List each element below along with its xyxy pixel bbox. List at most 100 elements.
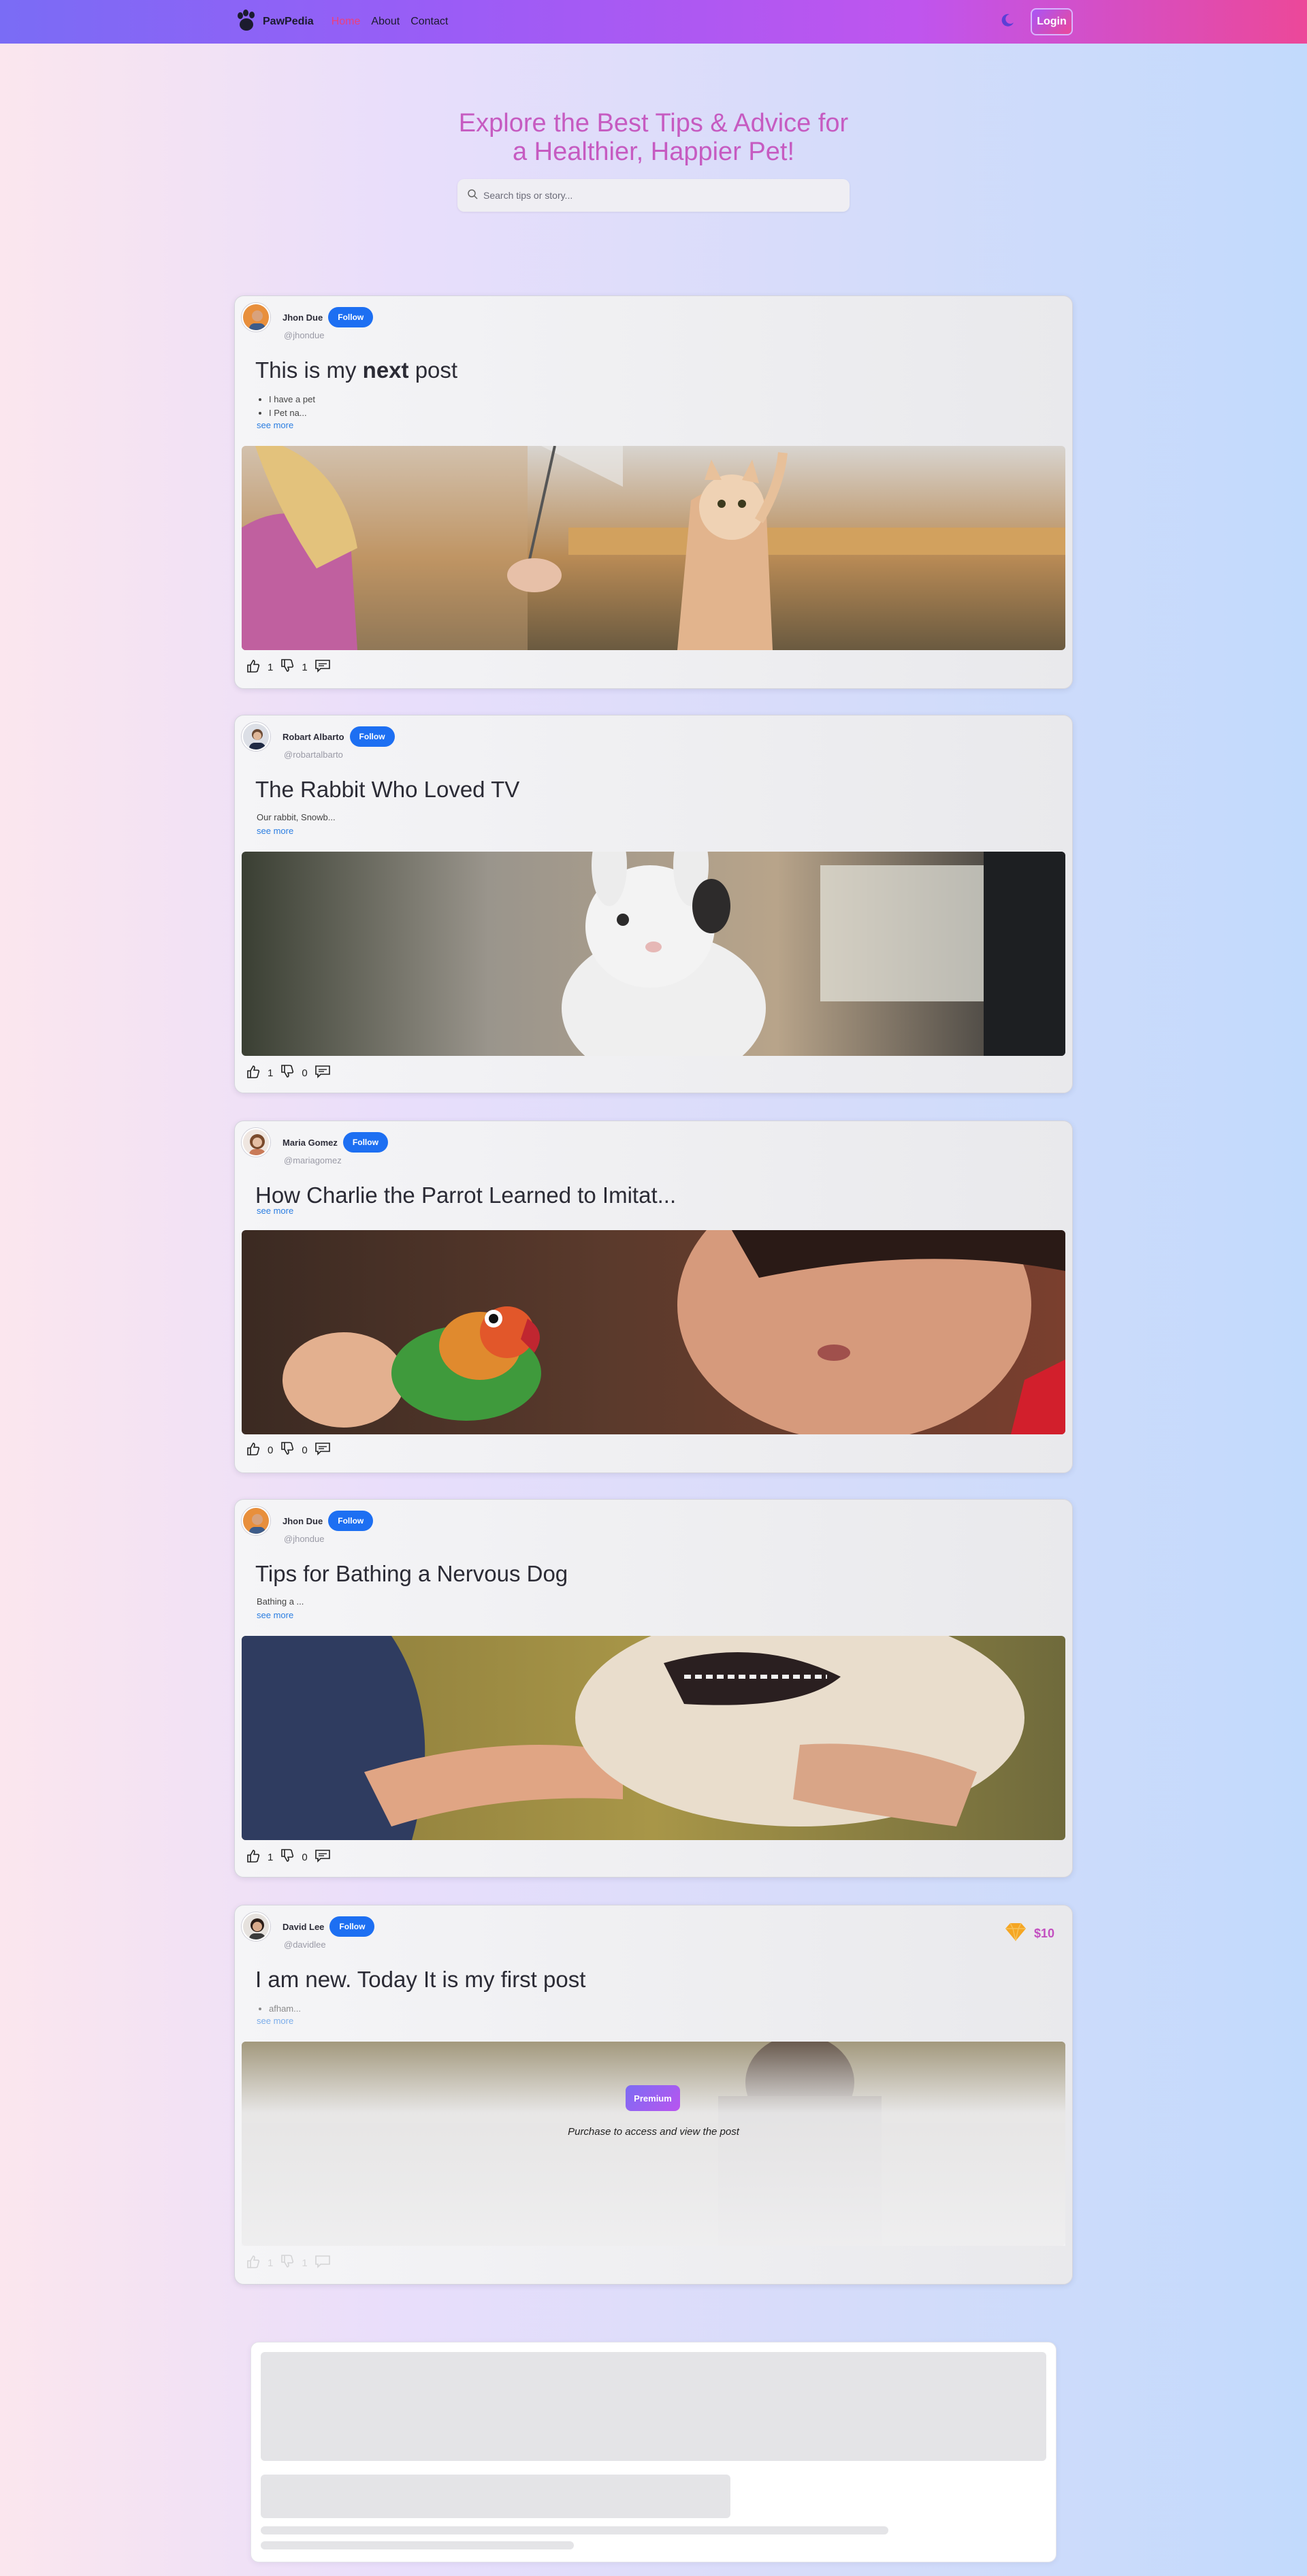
dislike-button[interactable]: 1: [280, 658, 308, 676]
comment-icon[interactable]: [314, 1064, 331, 1082]
post-title[interactable]: I am new. Today It is my first post: [255, 1967, 585, 1993]
premium-button[interactable]: Premium: [626, 2085, 680, 2111]
price-amount: $10: [1033, 1927, 1054, 1940]
post-title[interactable]: This is my next post: [255, 357, 457, 383]
thumbs-up-icon: [246, 1441, 261, 1459]
skeleton-title: [261, 2475, 730, 2518]
hero-title: Explore the Best Tips & Advice for a Hea…: [442, 109, 865, 166]
thumbs-up-icon: [246, 658, 261, 676]
like-button[interactable]: 1: [246, 1848, 273, 1866]
post-actions: 0 0: [246, 1441, 331, 1459]
brand[interactable]: PawPedia: [234, 8, 314, 36]
post-image[interactable]: [242, 852, 1065, 1056]
dislike-count: 0: [302, 1851, 308, 1863]
author-handle: @jhondue: [284, 330, 325, 340]
diamond-icon: [1004, 1922, 1027, 1946]
avatar[interactable]: [242, 1128, 270, 1157]
post-title[interactable]: How Charlie the Parrot Learned to Imitat…: [255, 1182, 676, 1208]
premium-note: Purchase to access and view the post: [568, 2126, 739, 2138]
loading-skeleton-card: [251, 2342, 1056, 2562]
skeleton-line: [261, 2526, 888, 2534]
comment-icon[interactable]: [314, 1848, 331, 1866]
dislike-count: 1: [302, 661, 308, 673]
follow-button[interactable]: Follow: [328, 307, 374, 327]
nav-link-contact[interactable]: Contact: [410, 16, 448, 28]
author-handle: @jhondue: [284, 1534, 325, 1544]
nav-link-home[interactable]: Home: [332, 16, 361, 28]
post-image[interactable]: [242, 1636, 1065, 1840]
see-more-link[interactable]: see more: [257, 826, 293, 836]
dislike-button[interactable]: 0: [280, 1441, 308, 1459]
post-card-premium: David Lee Follow @davidlee $10 I am new.…: [234, 1905, 1073, 2285]
post-title[interactable]: The Rabbit Who Loved TV: [255, 777, 519, 803]
hero-title-line2: a Healthier, Happier Pet!: [512, 138, 794, 166]
like-button[interactable]: 1: [246, 1064, 273, 1082]
see-more-link[interactable]: see more: [257, 1206, 293, 1216]
see-more-link[interactable]: see more: [257, 1610, 293, 1620]
thumbs-up-icon: [246, 1064, 261, 1082]
post-card: Jhon Due Follow @jhondue This is my next…: [234, 295, 1073, 689]
brand-name: PawPedia: [263, 16, 314, 27]
dislike-count: 0: [302, 1067, 308, 1079]
author-name[interactable]: Jhon Due: [283, 312, 323, 323]
comment-icon: [314, 2254, 331, 2272]
follow-button[interactable]: Follow: [349, 726, 395, 747]
paw-icon: [234, 8, 259, 36]
search-bar[interactable]: [457, 179, 850, 212]
hero: Explore the Best Tips & Advice for a Hea…: [0, 109, 1307, 166]
like-count: 1: [268, 2257, 274, 2269]
like-count: 0: [268, 1444, 274, 1456]
post-card: Jhon Due Follow @jhondue Tips for Bathin…: [234, 1499, 1073, 1878]
skeleton-image: [261, 2352, 1046, 2461]
post-actions: 1 1: [246, 2254, 331, 2272]
post-actions: 1 1: [246, 658, 331, 676]
search-input[interactable]: [483, 190, 837, 201]
follow-button[interactable]: Follow: [328, 1511, 374, 1531]
dislike-button[interactable]: 0: [280, 1848, 308, 1866]
comment-icon[interactable]: [314, 658, 331, 676]
skeleton-line: [261, 2541, 574, 2549]
post-card: Robart Albarto Follow @robartalbarto The…: [234, 715, 1073, 1093]
author-name[interactable]: Maria Gomez: [283, 1138, 338, 1148]
post-image[interactable]: [242, 446, 1065, 650]
thumbs-down-icon: [280, 1848, 295, 1866]
like-button: 1: [246, 2254, 273, 2272]
like-count: 1: [268, 1067, 274, 1079]
thumbs-up-icon: [246, 2254, 261, 2272]
like-button[interactable]: 0: [246, 1441, 273, 1459]
thumbs-down-icon: [280, 1064, 295, 1082]
author-name[interactable]: Jhon Due: [283, 1516, 323, 1526]
thumbs-down-icon: [280, 1441, 295, 1459]
moon-icon[interactable]: [999, 12, 1016, 32]
follow-button[interactable]: Follow: [342, 1132, 388, 1153]
see-more-link[interactable]: see more: [257, 2016, 293, 2026]
dislike-button[interactable]: 0: [280, 1064, 308, 1082]
nav-link-about[interactable]: About: [371, 16, 400, 28]
like-button[interactable]: 1: [246, 658, 273, 676]
avatar[interactable]: [242, 303, 270, 332]
follow-button[interactable]: Follow: [329, 1916, 375, 1937]
thumbs-down-icon: [280, 2254, 295, 2272]
post-actions: 1 0: [246, 1848, 331, 1866]
dislike-count: 1: [302, 2257, 308, 2269]
post-actions: 1 0: [246, 1064, 331, 1082]
excerpt-bullet: afham...: [269, 2002, 301, 2016]
avatar[interactable]: [242, 1507, 270, 1535]
post-image[interactable]: [242, 1230, 1065, 1434]
excerpt-bullet: I have a pet: [269, 393, 315, 406]
nav-links: Home About Contact: [332, 16, 449, 28]
avatar[interactable]: [242, 722, 270, 751]
post-excerpt: Our rabbit, Snowb...: [257, 812, 336, 822]
comment-icon[interactable]: [314, 1441, 331, 1459]
author-name[interactable]: David Lee: [283, 1922, 324, 1932]
thumbs-down-icon: [280, 658, 295, 676]
premium-lock-overlay[interactable]: Premium Purchase to access and view the …: [242, 2042, 1065, 2246]
see-more-link[interactable]: see more: [257, 420, 293, 430]
avatar[interactable]: [242, 1912, 270, 1941]
author-name[interactable]: Robart Albarto: [283, 732, 344, 742]
premium-price[interactable]: $10: [1004, 1922, 1054, 1946]
post-title[interactable]: Tips for Bathing a Nervous Dog: [255, 1561, 568, 1587]
login-button[interactable]: Login: [1031, 8, 1073, 35]
dislike-button: 1: [280, 2254, 308, 2272]
author-handle: @mariagomez: [284, 1155, 342, 1165]
